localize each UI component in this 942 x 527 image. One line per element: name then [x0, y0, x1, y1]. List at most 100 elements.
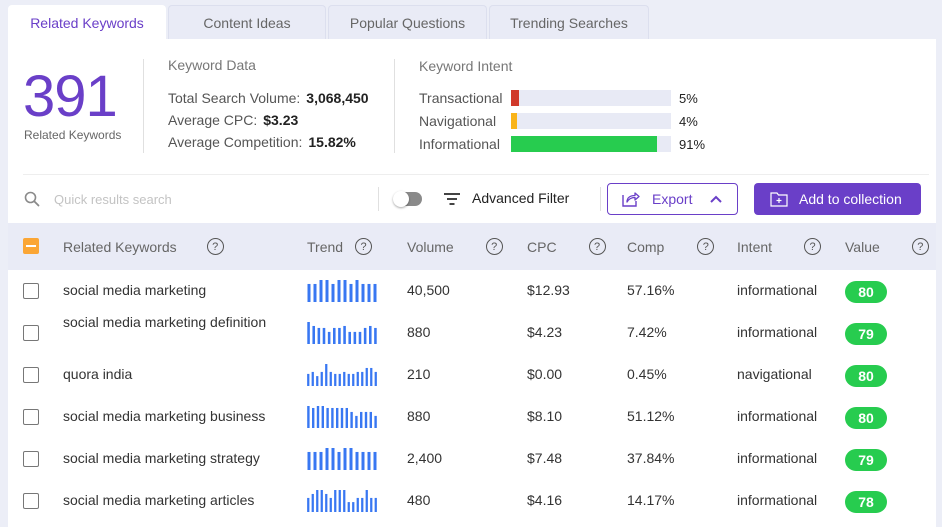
trend-bar [363, 327, 367, 344]
trend-bar [331, 407, 334, 428]
value-score-badge: 79 [845, 449, 887, 471]
trend-bar [365, 490, 368, 512]
total-search-volume-value: 3,068,450 [306, 90, 369, 106]
comp-cell: 57.16% [627, 282, 675, 298]
help-icon[interactable]: ? [804, 238, 822, 255]
trend-bar [316, 406, 320, 428]
header-comp[interactable]: Comp ? [627, 223, 715, 270]
header-related-keywords[interactable]: Related Keywords ? [63, 223, 224, 270]
trend-bar [320, 490, 323, 512]
header-value[interactable]: Value ? [845, 223, 929, 270]
intent-bar-fill [511, 113, 518, 129]
export-icon [622, 192, 640, 207]
keyword-link[interactable]: social media marketing articles [63, 490, 273, 511]
header-label: Related Keywords [63, 238, 177, 255]
row-checkbox[interactable] [23, 493, 39, 509]
trend-sparkline [307, 280, 377, 302]
keyword-link[interactable]: social media marketing [63, 280, 273, 301]
keyword-link[interactable]: social media marketing strategy [63, 448, 273, 469]
trend-bar [311, 493, 314, 512]
trend-bar [311, 371, 314, 386]
intent-bar-fill [511, 90, 519, 106]
trend-bar [307, 322, 310, 344]
trend-bar [313, 451, 317, 470]
trend-bar [374, 497, 377, 512]
header-volume[interactable]: Volume ? [407, 223, 503, 270]
trend-bar [321, 406, 324, 428]
trend-sparkline [307, 490, 377, 512]
help-icon[interactable]: ? [588, 238, 606, 255]
trend-bar [329, 497, 332, 512]
trend-bar [373, 283, 377, 302]
trend-bar [369, 325, 372, 344]
divider [394, 59, 395, 153]
filter-toggle[interactable] [393, 191, 422, 207]
trend-bar [334, 373, 337, 386]
quick-search-input[interactable] [54, 189, 354, 209]
row-checkbox[interactable] [23, 367, 39, 383]
value-score-badge: 80 [845, 281, 887, 303]
trend-bar [319, 280, 323, 302]
trend-bar [361, 497, 364, 512]
keyword-link[interactable]: social media marketing business [63, 406, 273, 427]
help-icon[interactable]: ? [697, 238, 715, 255]
cpc-cell: $12.93 [527, 282, 570, 298]
tab-popular-questions[interactable]: Popular Questions [328, 5, 487, 39]
volume-cell: 480 [407, 492, 431, 508]
header-label: Comp [627, 238, 665, 255]
trend-bar [322, 327, 326, 344]
trend-bar [338, 373, 341, 386]
advanced-filter-button[interactable]: Advanced Filter [472, 190, 569, 206]
intent-bar-track [511, 90, 671, 106]
header-intent[interactable]: Intent ? [737, 223, 822, 270]
intent-informational: Informational 91% [419, 134, 705, 154]
tab-content-ideas[interactable]: Content Ideas [168, 5, 326, 39]
trend-bar [325, 280, 329, 302]
table-row: social media marketing definition 880 $4.2… [8, 312, 936, 354]
row-checkbox[interactable] [23, 451, 39, 467]
help-icon[interactable]: ? [206, 238, 224, 255]
trend-bar [338, 327, 341, 344]
trend-bar [312, 325, 315, 344]
help-icon[interactable]: ? [355, 238, 373, 255]
add-to-collection-button[interactable]: Add to collection [754, 183, 921, 215]
help-icon[interactable]: ? [911, 238, 929, 255]
cpc-cell: $0.00 [527, 366, 563, 382]
tab-related-keywords[interactable]: Related Keywords [8, 5, 166, 40]
trend-bar [353, 331, 357, 344]
help-icon[interactable]: ? [485, 238, 503, 255]
value-score-badge: 78 [845, 491, 887, 513]
intent-cell: informational [737, 450, 818, 466]
trend-bar [348, 331, 351, 344]
trend-bar [307, 497, 310, 512]
trend-bar [361, 283, 365, 302]
header-trend[interactable]: Trend ? [307, 223, 373, 270]
header-cpc[interactable]: CPC ? [527, 223, 606, 270]
trend-bar [373, 451, 377, 470]
trend-bar [367, 283, 371, 302]
intent-label: Navigational [419, 113, 497, 129]
intent-transactional: Transactional 5% [419, 88, 698, 108]
keyword-intent-title: Keyword Intent [419, 58, 513, 74]
trend-bar [316, 376, 319, 386]
row-checkbox[interactable] [23, 409, 39, 425]
volume-cell: 40,500 [407, 282, 450, 298]
trend-bar [369, 411, 372, 428]
tab-trending-searches[interactable]: Trending Searches [489, 5, 649, 39]
intent-cell: informational [737, 324, 818, 340]
row-checkbox[interactable] [23, 325, 39, 341]
row-checkbox[interactable] [23, 283, 39, 299]
keyword-link[interactable]: social media marketing definition [63, 312, 273, 333]
intent-cell: informational [737, 492, 818, 508]
select-all-checkbox[interactable] [23, 238, 39, 254]
trend-bar [319, 451, 323, 470]
header-label: Intent [737, 238, 773, 255]
export-button[interactable]: Export [607, 183, 738, 215]
trend-bar [312, 407, 315, 428]
trend-bar [334, 490, 337, 512]
header-label: Value [845, 238, 880, 255]
total-search-volume-label: Total Search Volume: [168, 90, 301, 106]
keyword-link[interactable]: quora india [63, 364, 273, 385]
trend-sparkline [307, 406, 377, 428]
divider [378, 187, 379, 211]
